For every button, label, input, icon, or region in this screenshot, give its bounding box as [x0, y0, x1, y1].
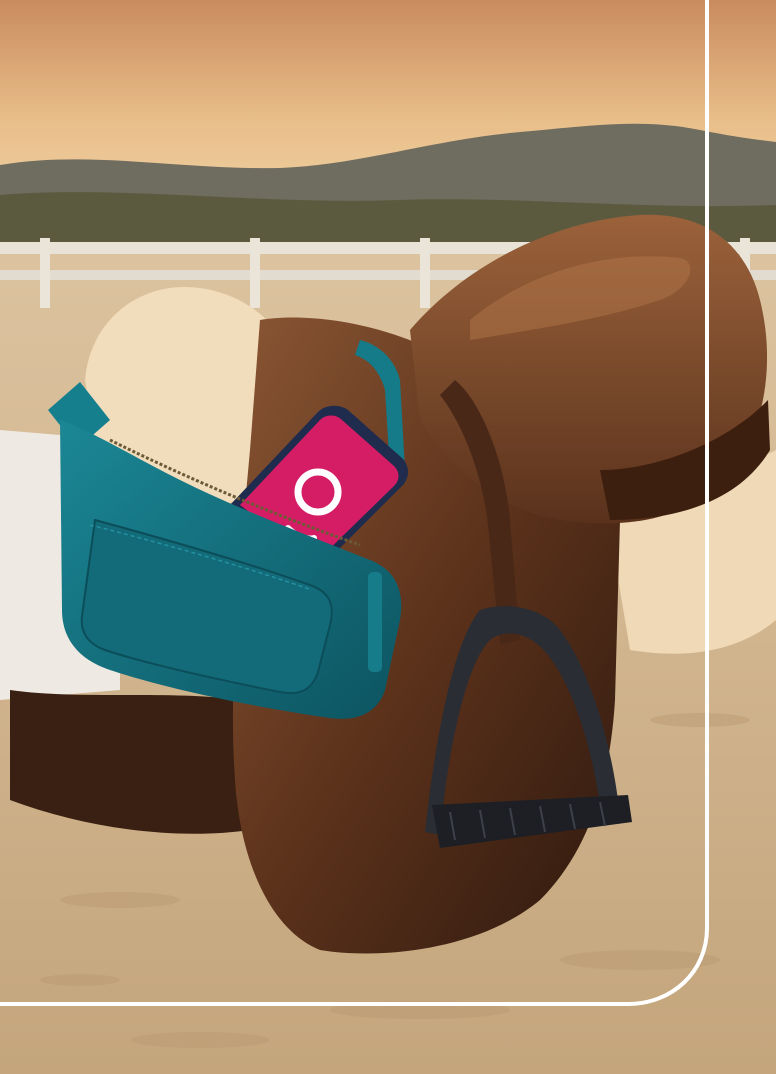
saddle-photo	[0, 0, 776, 1074]
zipper-pull	[368, 572, 382, 672]
photo-stage	[0, 0, 776, 1074]
